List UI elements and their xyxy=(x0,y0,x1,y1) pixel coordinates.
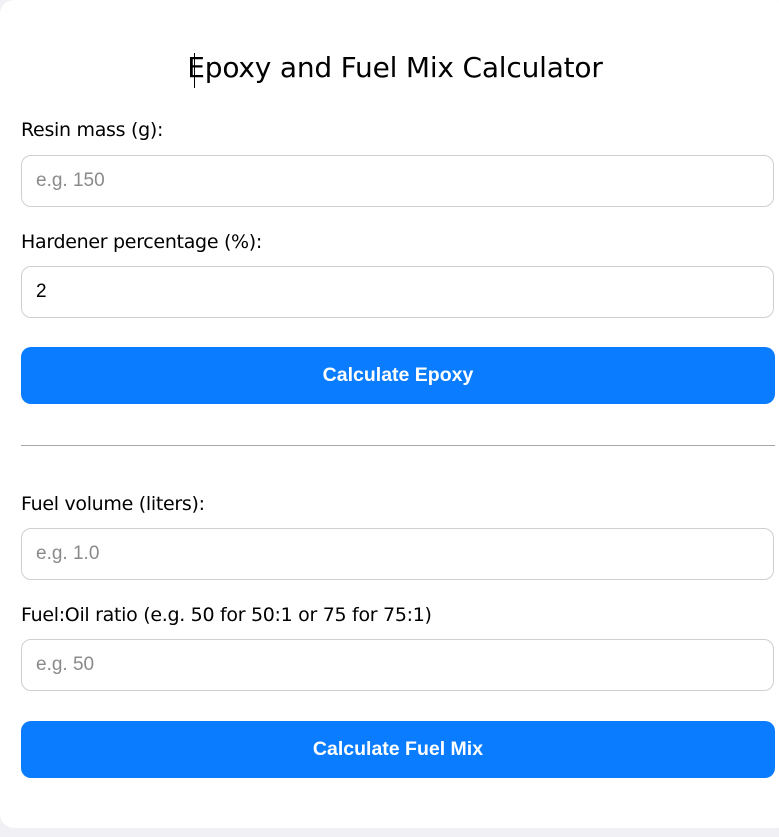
calculate-epoxy-button[interactable]: Calculate Epoxy xyxy=(21,347,775,404)
fuel-volume-label: Fuel volume (liters): xyxy=(21,493,205,515)
hardener-percentage-input[interactable] xyxy=(21,266,774,318)
fuel-oil-ratio-label: Fuel:Oil ratio (e.g. 50 for 50:1 or 75 f… xyxy=(21,604,432,626)
text-cursor xyxy=(194,53,195,88)
resin-mass-input[interactable] xyxy=(21,155,774,207)
fuel-volume-input[interactable] xyxy=(21,528,774,580)
calculator-card: Epoxy and Fuel Mix Calculator Resin mass… xyxy=(0,0,779,828)
resin-mass-label: Resin mass (g): xyxy=(21,119,164,141)
hardener-percentage-label: Hardener percentage (%): xyxy=(21,231,263,253)
calculate-fuel-mix-button[interactable]: Calculate Fuel Mix xyxy=(21,721,775,778)
page-title: Epoxy and Fuel Mix Calculator xyxy=(187,51,603,84)
section-divider xyxy=(21,445,775,446)
fuel-oil-ratio-input[interactable] xyxy=(21,639,774,691)
